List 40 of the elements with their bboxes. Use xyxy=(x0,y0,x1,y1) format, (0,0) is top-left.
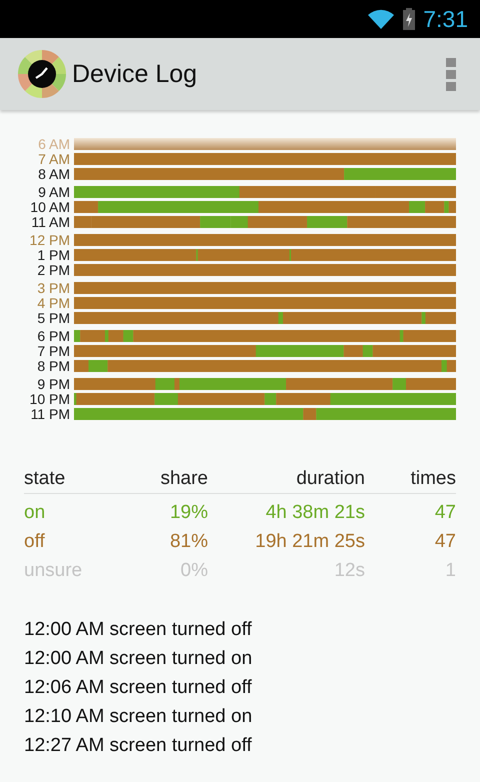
clock-app-icon xyxy=(18,50,66,98)
hour-label: 5 PM xyxy=(36,312,71,324)
hour-label: 3 PM xyxy=(36,282,71,294)
hour-label: 10 AM xyxy=(29,201,71,213)
hour-label: 11 PM xyxy=(30,408,71,420)
app-title: Device Log xyxy=(72,60,198,88)
hour-label: 10 PM xyxy=(28,393,71,405)
battery-charging-icon xyxy=(403,8,416,30)
hour-label: 12 PM xyxy=(28,234,71,246)
log-entry: 12:00 AM screen turned off xyxy=(24,618,253,642)
hour-label: 1 PM xyxy=(36,249,71,261)
table-cell-text: 81% xyxy=(168,530,208,552)
log-entry: 12:27 AM screen turned off xyxy=(24,734,253,758)
log-entry: 12:06 AM screen turned off xyxy=(24,676,253,700)
hour-label: 2 PM xyxy=(36,264,71,276)
hour-label: 9 AM xyxy=(37,186,71,198)
table-cell-text: 4h 38m 21s xyxy=(264,502,365,524)
wifi-icon xyxy=(367,8,396,30)
column-header: duration xyxy=(295,468,365,490)
table-cell-text: 47 xyxy=(434,502,456,524)
column-header: state xyxy=(24,468,66,490)
column-header: share xyxy=(159,468,208,490)
hour-label: 7 PM xyxy=(36,345,71,357)
table-cell-text: on xyxy=(24,502,46,524)
log-entry: 12:10 AM screen turned on xyxy=(24,705,254,729)
column-header: times xyxy=(410,468,456,490)
table-cell-text: 19% xyxy=(168,502,208,524)
hour-label: 9 PM xyxy=(36,378,71,390)
log-entry: 12:00 AM screen turned on xyxy=(24,647,254,671)
hour-label: 8 AM xyxy=(37,168,71,180)
hour-label: 7 AM xyxy=(37,153,71,165)
table-cell-text: 47 xyxy=(434,530,456,552)
hour-label: 11 AM xyxy=(30,216,71,228)
hour-label: 4 PM xyxy=(36,297,71,309)
hour-label: 6 AM xyxy=(37,138,71,150)
table-cell-text: 19h 21m 25s xyxy=(254,530,365,552)
table-cell-text: off xyxy=(24,530,46,552)
hour-label: 6 PM xyxy=(36,330,71,342)
status-time: 7:31 xyxy=(423,6,468,32)
hour-label: 8 PM xyxy=(36,360,71,372)
